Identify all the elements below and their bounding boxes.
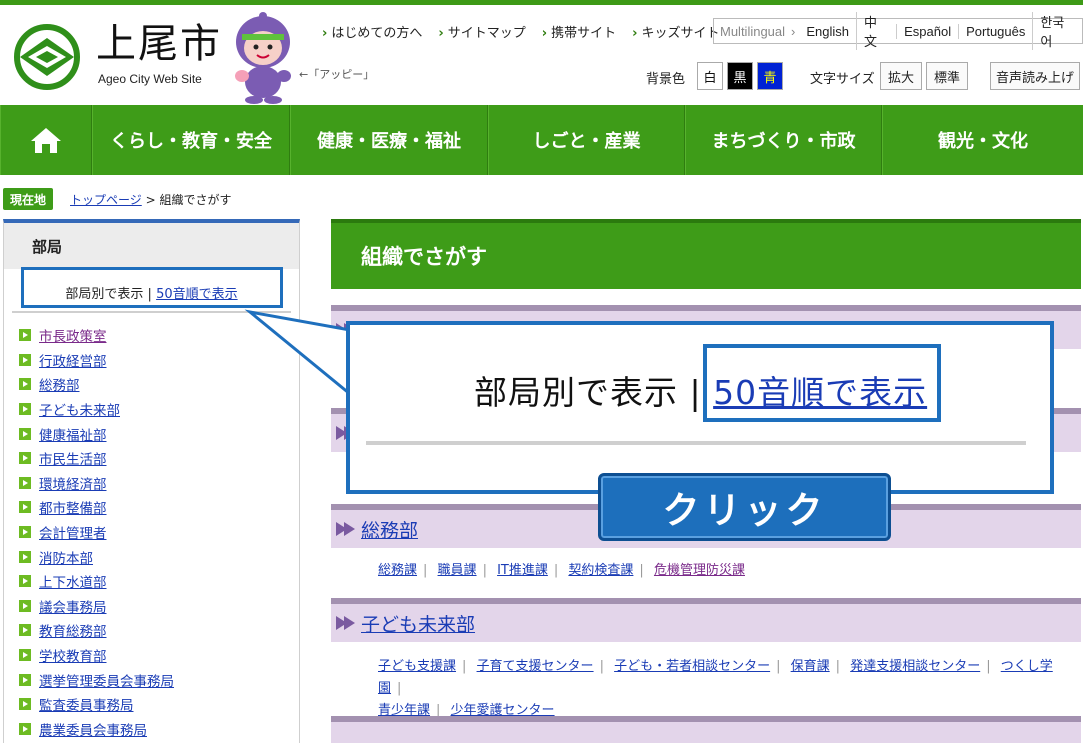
zoom-callout: 部局別で表示 | 50音順で表示	[346, 321, 1054, 494]
highlight-box-large	[703, 344, 941, 422]
click-instruction-label: クリック	[598, 473, 891, 541]
zoom-separator: |	[689, 373, 702, 412]
zoom-divider	[366, 441, 1026, 445]
zoom-by-department: 部局別で表示	[474, 373, 678, 412]
